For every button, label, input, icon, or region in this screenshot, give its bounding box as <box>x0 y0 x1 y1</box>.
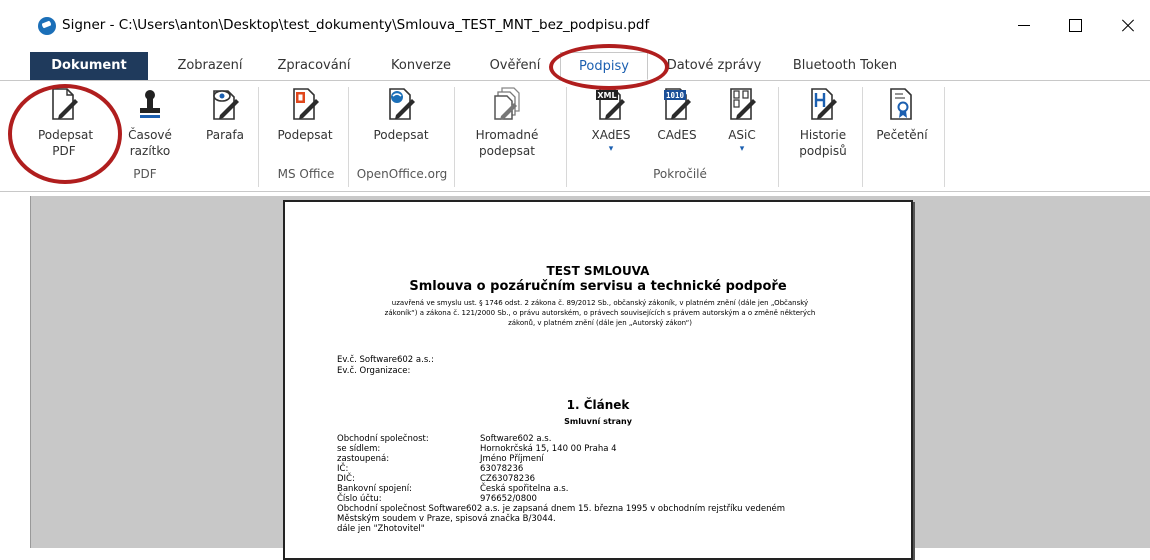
doc-title: TEST SMLOUVA <box>546 264 650 278</box>
xades-dropdown-icon[interactable]: ▾ <box>584 143 638 155</box>
cades-label: CAdES <box>657 128 697 142</box>
parafa-button[interactable]: Parafa <box>200 87 250 143</box>
title-bar: Signer - C:\Users\anton\Desktop\test_dok… <box>0 0 1150 52</box>
doc-paragraph-line: dále jen "Zhotovitel" <box>337 524 425 534</box>
field-value: Hornokrčská 15, 140 00 Praha 4 <box>480 444 617 454</box>
asic-dropdown-icon[interactable]: ▾ <box>718 143 766 155</box>
tab-dokument[interactable]: Dokument <box>30 52 148 80</box>
tab-datove-zpravy[interactable]: Datové zprávy <box>652 52 776 80</box>
timestamp-label-2: razítko <box>129 144 171 158</box>
group-openoffice-label: OpenOffice.org <box>356 167 448 181</box>
xades-button[interactable]: XML XAdES ▾ <box>584 87 638 155</box>
group-separator <box>944 87 945 187</box>
doc-intro-line-2: zákoník“) a zákona č. 121/2000 Sb., o pr… <box>384 309 816 317</box>
seal-icon <box>890 88 912 120</box>
group-msoffice-label: MS Office <box>277 167 335 181</box>
close-button[interactable] <box>1108 10 1148 40</box>
binary-sign-icon: 1010 <box>664 88 691 120</box>
doc-intro-line-3: zákonů, v platném znění (dále jen „Autor… <box>508 319 692 327</box>
seal-label: Pečetění <box>876 128 928 142</box>
tab-zpracovani[interactable]: Zpracování <box>262 52 366 80</box>
doc-intro-line-1: uzavřená ve smyslu ust. § 1746 odst. 2 z… <box>391 299 809 307</box>
doc-ev-org: Ev.č. Organizace: <box>337 366 411 376</box>
field-label: zastoupená: <box>337 454 390 464</box>
field-label: Bankovní spojení: <box>337 484 412 494</box>
sign-openoffice-button[interactable]: Podepsat <box>366 87 436 143</box>
timestamp-label-1: Časové <box>128 128 172 142</box>
sign-openoffice-label: Podepsat <box>373 128 429 142</box>
group-separator <box>566 87 567 187</box>
history-label-1: Historie <box>799 128 847 142</box>
tab-zobrazeni[interactable]: Zobrazení <box>160 52 260 80</box>
history-label-2: podpisů <box>799 144 847 158</box>
cades-button[interactable]: 1010 CAdES <box>652 87 702 143</box>
window-title: Signer - C:\Users\anton\Desktop\test_dok… <box>62 17 650 33</box>
group-separator <box>454 87 455 187</box>
group-separator <box>778 87 779 187</box>
xml-badge-text: XML <box>597 91 616 100</box>
pdf-page: TEST SMLOUVA Smlouva o pozáručním servis… <box>283 200 913 560</box>
history-icon <box>811 88 837 120</box>
field-value: 63078236 <box>480 464 524 474</box>
tab-bluetooth-token[interactable]: Bluetooth Token <box>780 52 910 80</box>
asic-label: ASiC <box>728 128 756 142</box>
field-label: DIČ: <box>337 474 355 484</box>
field-label: Obchodní společnost: <box>337 434 429 444</box>
group-advanced-label: Pokročilé <box>653 167 707 181</box>
minimize-button[interactable] <box>1005 10 1045 40</box>
field-label: se sídlem: <box>337 444 381 454</box>
maximize-button[interactable] <box>1055 10 1095 40</box>
doc-subtitle: Smlouva o pozáručním servisu a technické… <box>409 279 787 294</box>
openoffice-sign-icon <box>389 88 415 120</box>
parafa-icon <box>213 90 239 120</box>
highlight-circle-sign-pdf <box>8 84 122 184</box>
document-viewer[interactable]: TEST SMLOUVA Smlouva o pozáručním servis… <box>30 196 1150 560</box>
field-value: 976652/0800 <box>480 494 537 504</box>
doc-paragraph-line: Obchodní společnost Software602 a.s. je … <box>337 504 785 514</box>
doc-intro: uzavřená ve smyslu ust. § 1746 odst. 2 z… <box>335 298 865 328</box>
seal-button[interactable]: Pečetění <box>872 87 932 143</box>
sign-msoffice-label: Podepsat <box>277 128 333 142</box>
group-separator <box>348 87 349 187</box>
doc-article-heading: 1. Článek <box>566 398 630 412</box>
timestamp-button[interactable]: Časové razítko <box>128 87 172 159</box>
doc-paragraph-line: Městským soudem v Praze, spisová značka … <box>337 514 556 524</box>
batch-sign-label-1: Hromadné <box>475 128 539 142</box>
batch-sign-button[interactable]: Hromadné podepsat <box>468 87 546 159</box>
field-value: Jméno Příjmení <box>480 454 544 464</box>
sign-msoffice-button[interactable]: Podepsat <box>272 87 338 143</box>
field-label: IČ: <box>337 464 349 474</box>
xml-sign-icon: XML <box>596 88 625 120</box>
group-separator <box>258 87 259 187</box>
field-label: Číslo účtu: <box>337 494 382 504</box>
field-value: CZ63078236 <box>480 474 536 484</box>
tab-overeni[interactable]: Ověření <box>472 52 558 80</box>
asic-button[interactable]: ASiC ▾ <box>718 87 766 155</box>
batch-sign-icon <box>494 87 520 120</box>
stamp-icon <box>140 90 160 118</box>
tab-konverze[interactable]: Konverze <box>372 52 470 80</box>
field-value: Software602 a.s. <box>480 434 552 444</box>
ribbon-toolbar: Podepsat PDF Časové razítko Parafa PDF P… <box>0 80 1150 192</box>
parafa-label: Parafa <box>206 128 244 142</box>
doc-ev-software: Ev.č. Software602 a.s.: <box>337 355 434 365</box>
xades-label: XAdES <box>591 128 631 142</box>
highlight-circle-podpisy-tab <box>549 44 669 90</box>
field-value: Česká spořitelna a.s. <box>480 484 569 494</box>
batch-sign-label-2: podepsat <box>479 144 535 158</box>
signature-history-button[interactable]: Historie podpisů <box>792 87 854 159</box>
office-sign-icon <box>293 88 319 120</box>
signer-app-icon <box>38 17 56 35</box>
container-sign-icon <box>730 88 756 120</box>
binary-badge-text: 1010 <box>666 91 685 100</box>
group-pdf-label: PDF <box>133 167 157 181</box>
doc-section-heading: Smluvní strany <box>564 417 632 426</box>
group-separator <box>862 87 863 187</box>
